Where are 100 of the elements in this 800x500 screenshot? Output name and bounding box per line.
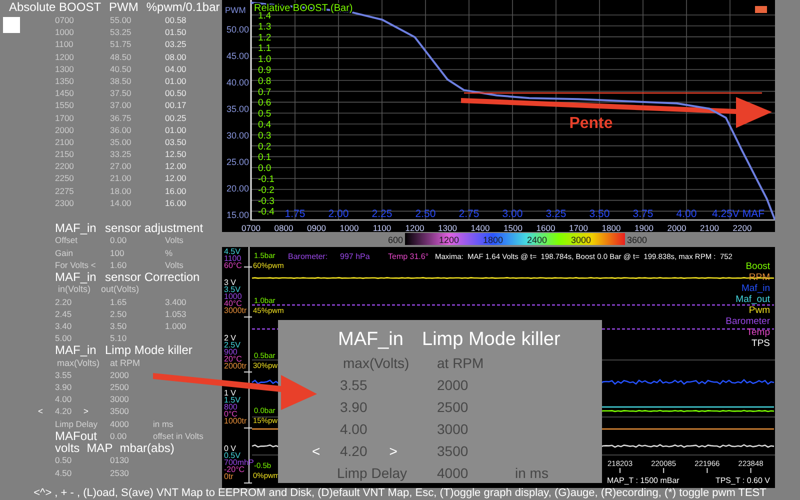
scale-label: 2 V [224,333,236,342]
field-value: 1.60 [110,258,128,271]
table-cell-text: 5.00 [55,332,73,344]
table-cell-text: 00.17 [165,99,188,112]
tick-label: 0.8 [258,76,272,87]
tick-label: 4.00 [676,208,697,220]
unit-label: in ms [153,418,174,430]
table-cell-text: 2000 [110,368,130,382]
table-cell-text: 4.00 [340,420,368,439]
legend-label: Temp [746,327,770,338]
table-cell-text: 2250 [55,172,75,185]
table-cell-text: 00.58 [165,14,188,26]
tick-label: 1400 [470,223,490,232]
annotation-label: Pente [569,115,613,132]
column-header: max(Volts) [343,354,410,373]
table-cell-text: 36.75 [110,112,132,124]
table-cell-text: 1.000 [165,320,188,332]
tick-label: 2.25 [372,208,392,220]
field-label: Limp Delay [55,418,99,430]
table-cell-text: 3.90 [340,398,368,417]
scale-label: 2400 [526,235,548,245]
column-header: %pwm/0.1bar [146,0,220,14]
scale-label: 2.5V [224,340,240,350]
section-title: sensor Correction [105,270,200,284]
variable-label: MAF_in [338,328,404,352]
table-cell-text: 1000 [55,26,75,38]
table-cell-text: 12.00 [165,172,188,185]
scale-label: 600 [388,235,403,245]
unit-label: offset in Volts [153,430,204,442]
legend-label: Barometer [726,316,770,327]
table-cell-text: 3000 [437,420,470,439]
tick-label: -0.4 [258,206,274,218]
variable-label: MAF_in [55,222,98,234]
legend-label: TPS [752,338,770,349]
scale-label: 20°C [224,354,242,364]
tick-label: 20.00 [226,183,249,194]
tick-label: -0.2 [258,184,274,196]
table-cell-text: 16.00 [165,196,188,210]
previous-arrow[interactable]: < [38,406,43,416]
tick-label: 1.75 [284,208,306,220]
status-text: 997 hPa [340,252,370,261]
table-cell-text: 1700 [55,112,75,124]
field-value: 0.00 [110,430,128,442]
status-square [3,17,20,33]
tick-label: 1800 [602,223,621,232]
tick-label: 1.1 [258,43,272,54]
field-value: 0.00 [110,234,128,247]
tick-label: 40.00 [226,77,249,88]
column-header: in(Volts) [58,284,92,296]
tick-label: 0800 [274,223,294,232]
table-cell-text: 03.50 [165,136,188,148]
table-cell-text: 40.50 [110,62,132,75]
table-cell-text: 04.00 [165,62,188,75]
table-cell-text: 1450 [55,87,75,100]
table-cell-text: 3500 [110,405,130,418]
table-cell-text: 2100 [55,136,75,148]
table-cell-text: 14.00 [110,196,132,210]
scale-label: 3000 [570,235,592,245]
tick-label: 0.7 [258,86,272,98]
next-arrow[interactable]: > [389,440,398,462]
table-cell-text: 1350 [55,74,75,88]
tick-label: 3.00 [502,208,523,220]
variable-label: MAF_in [55,270,98,284]
field-label: Offset [55,234,79,247]
table-cell-text: 1550 [55,99,75,112]
tick-label: 0.6 [258,98,272,109]
legend-swatch [755,6,767,13]
previous-arrow[interactable]: < [312,443,320,459]
table-cell-text: 16.00 [165,184,188,197]
tick-label: 35.00 [226,104,249,114]
tick-label: 0.0 [258,163,272,174]
tick-label: 4.25V MAF [712,208,765,220]
table-cell-text: 2200 [55,160,75,172]
tick-label: 3.25 [546,208,566,220]
tick-label: -0.1 [258,174,274,185]
table-cell-text: 38.50 [110,74,132,88]
table-cell-text: 2500 [437,398,470,417]
scale-label: 1200 [438,235,460,245]
scale-label: 60°C [224,261,242,270]
table-cell-text: 55.00 [110,14,132,26]
tick-label: 1900 [634,223,654,232]
tick-label: 0700 [242,223,260,232]
table-cell-text: 35.00 [110,136,132,148]
table-cell-text: 1.053 [165,308,188,320]
table-cell-text: 18.00 [110,184,132,197]
tick-label: 1200 [405,223,424,232]
table-cell-text: 12.00 [165,160,188,172]
status-text: Barometer: [288,252,328,261]
table-cell-text: 37.50 [110,87,132,100]
tick-label: 1.4 [258,10,272,22]
tick-label: -0.3 [258,196,274,207]
table-cell: 4.20 [55,405,72,418]
field-value: 100 [110,246,126,259]
table-cell-text: 2.50 [110,308,128,320]
popup-title: Limp Mode killer [422,328,560,352]
next-arrow[interactable]: > [84,405,89,418]
scale-label: 3 V [224,278,236,287]
table-cell-text: 2.45 [55,308,73,320]
column-header: volts [55,442,80,454]
table-cell-text: 4.20 [340,442,368,461]
